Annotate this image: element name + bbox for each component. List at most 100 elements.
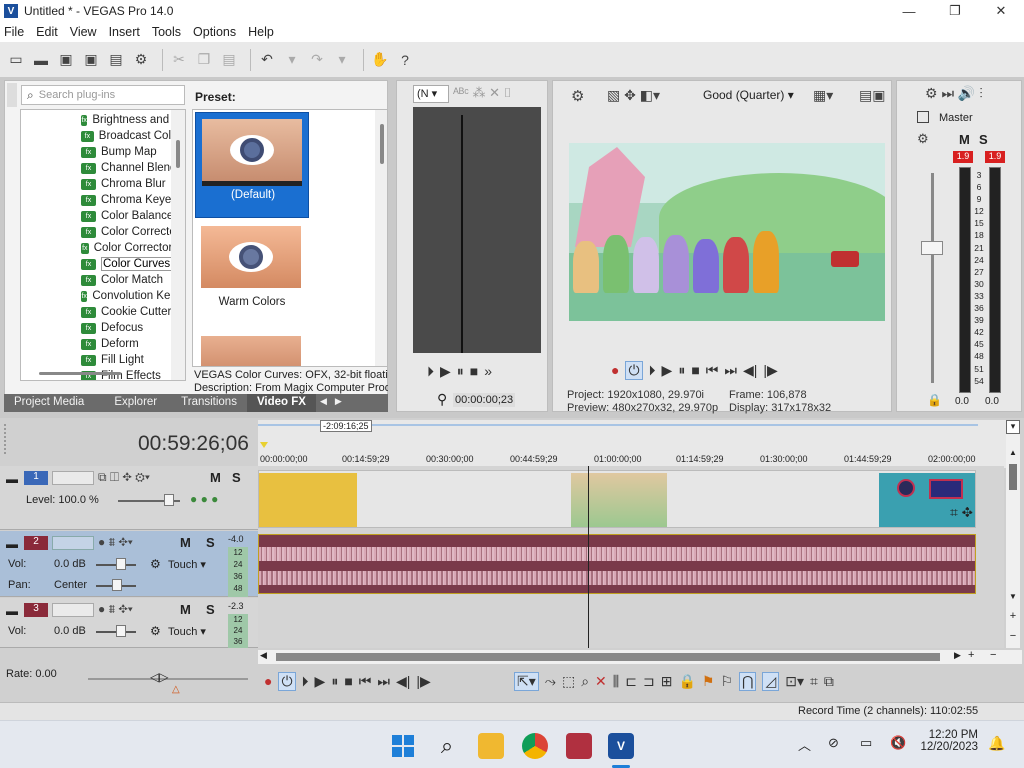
vol-slider-handle[interactable] bbox=[116, 558, 126, 570]
menu-tools[interactable]: Tools bbox=[152, 25, 181, 39]
master-mute-button[interactable]: M bbox=[959, 132, 970, 147]
pan-slider-handle[interactable] bbox=[112, 579, 122, 591]
audio-event[interactable] bbox=[258, 534, 976, 594]
stop-icon[interactable]: ■ bbox=[344, 673, 352, 689]
play-icon[interactable]: ▶ bbox=[440, 363, 451, 380]
close-button[interactable]: ✕ bbox=[978, 0, 1024, 22]
play-from-start-icon[interactable]: ⏵ bbox=[649, 362, 656, 379]
redo-icon[interactable]: ↷ bbox=[307, 50, 327, 70]
trimmer-toolbar-icons[interactable]: ᴬᴮᶜ ⁂ ✕ ⌷ bbox=[453, 85, 511, 101]
show-hidden-icons-chevron-icon[interactable]: ︿ bbox=[798, 735, 811, 754]
plugin-tree-vscrollbar[interactable] bbox=[171, 110, 185, 380]
ruler-menu-icon[interactable]: ▾ bbox=[1006, 420, 1020, 434]
loop-playback-icon[interactable]: ⏻ bbox=[278, 672, 296, 691]
time-ruler[interactable]: -2:09:16;25 00:00:00;00 00:14:59;29 00:3… bbox=[258, 420, 1006, 468]
mute-button[interactable]: M bbox=[210, 470, 221, 485]
track-number[interactable]: 3 bbox=[24, 603, 48, 617]
trimmer-dropdown[interactable]: (N ▾ bbox=[413, 85, 449, 103]
scroll-thumb[interactable] bbox=[276, 653, 940, 661]
lock-icon[interactable]: 🔒 bbox=[678, 673, 695, 690]
track-number[interactable]: 1 bbox=[24, 471, 48, 485]
stop-icon[interactable]: ■ bbox=[470, 363, 478, 379]
preset-list[interactable]: (Default) Warm Colors bbox=[192, 109, 388, 367]
event-pan-crop-icon[interactable]: ⌗ ✥ bbox=[950, 504, 973, 521]
video-event[interactable] bbox=[258, 470, 976, 528]
scroll-right-arrow-icon[interactable]: ▶ bbox=[954, 650, 961, 661]
scroll-thumb[interactable] bbox=[380, 124, 384, 164]
track-name-field[interactable] bbox=[52, 603, 94, 617]
preview-toolbar-icons[interactable]: ▧ ✥ ◧▾ bbox=[607, 87, 660, 104]
play-from-start-icon[interactable]: ⏵ bbox=[427, 363, 434, 380]
track-header-video-1[interactable]: ▬ 1 ⧉ ◫ ✥ ⚙▾ M S Level: 100.0 % ● ● ● bbox=[0, 466, 258, 530]
track-header-audio-3[interactable]: ▬ 3 ● ⩩ ✥▾ M S -2.3 12 24 36 Vol: 0.0 dB ⚙… bbox=[0, 598, 258, 648]
next-frame-icon[interactable]: |▶ bbox=[416, 673, 430, 690]
save-icon[interactable]: ▣ bbox=[56, 50, 76, 70]
insert-marker-icon[interactable]: ⚑ bbox=[702, 673, 715, 690]
scroll-left-arrow-icon[interactable]: ◀ bbox=[260, 650, 267, 661]
plugin-manager-icon[interactable]: ✋ bbox=[370, 50, 390, 70]
marker-flag-icon[interactable] bbox=[260, 442, 268, 448]
automation-gear-icon[interactable]: ⚙ bbox=[150, 557, 161, 571]
master-fader-track[interactable] bbox=[931, 173, 934, 383]
network-icon[interactable]: ⊘ bbox=[828, 735, 839, 751]
open-folder-icon[interactable]: ▬ bbox=[31, 50, 51, 70]
next-frame-icon[interactable]: » bbox=[484, 363, 492, 379]
menu-file[interactable]: File bbox=[4, 25, 24, 39]
ignore-grouping-icon[interactable]: ⧉ bbox=[824, 673, 834, 690]
auto-crossfade-icon[interactable]: ◿ bbox=[762, 672, 780, 691]
eye-thumbnail[interactable] bbox=[201, 336, 301, 366]
track-name-field[interactable] bbox=[52, 471, 94, 485]
new-file-icon[interactable]: ▭ bbox=[6, 50, 26, 70]
file-explorer-icon[interactable] bbox=[478, 733, 504, 759]
display-icon[interactable]: ▭ bbox=[860, 735, 872, 751]
maximize-button[interactable]: ❐ bbox=[932, 0, 978, 22]
selection-tool-icon[interactable]: ⬚ bbox=[562, 673, 575, 690]
dock-grip[interactable] bbox=[7, 83, 17, 107]
master-checkbox[interactable] bbox=[917, 111, 929, 123]
solo-button[interactable]: S bbox=[206, 535, 215, 550]
play-from-start-icon[interactable]: ⏵ bbox=[302, 673, 309, 690]
menu-help[interactable]: Help bbox=[248, 25, 274, 39]
lock-icon[interactable]: 🔒 bbox=[927, 393, 942, 407]
chrome-icon[interactable] bbox=[522, 733, 548, 759]
tab-next-arrow-icon[interactable]: ▶ bbox=[331, 394, 346, 412]
zoom-in-icon[interactable]: + bbox=[1006, 610, 1020, 622]
solo-button[interactable]: S bbox=[206, 602, 215, 617]
eye-thumbnail[interactable] bbox=[201, 226, 301, 288]
trimmer-video-area[interactable] bbox=[413, 107, 541, 353]
scroll-up-arrow-icon[interactable]: ▲ bbox=[1006, 448, 1020, 462]
scroll-thumb[interactable] bbox=[176, 140, 180, 168]
menu-insert[interactable]: Insert bbox=[109, 25, 140, 39]
track-name-field[interactable] bbox=[52, 536, 94, 550]
loop-playback-icon[interactable]: ⏻ bbox=[625, 361, 643, 380]
automation-mode-dropdown[interactable]: Touch ▾ bbox=[168, 625, 206, 638]
h-zoom-out-icon[interactable]: − bbox=[990, 649, 996, 661]
play-icon[interactable]: ▶ bbox=[315, 673, 326, 690]
split-icon[interactable]: ⊞ bbox=[661, 673, 673, 690]
menu-edit[interactable]: Edit bbox=[36, 25, 58, 39]
undo-icon[interactable]: ↶ bbox=[257, 50, 277, 70]
tab-project-media[interactable]: Project Media bbox=[4, 394, 94, 412]
go-to-start-icon[interactable]: ⏮ bbox=[359, 673, 372, 690]
zoom-tool-icon[interactable]: ⌕ bbox=[581, 673, 589, 690]
track-header-audio-2[interactable]: ▬ 2 ● ⩩ ✥▾ M S -4.0 12 24 36 48 Vol: 0.0 dB… bbox=[0, 531, 258, 597]
prev-frame-icon[interactable]: ◀| bbox=[396, 673, 410, 690]
minimize-button[interactable]: — bbox=[886, 0, 932, 22]
plugin-tree-hscroll-thumb[interactable] bbox=[39, 372, 121, 375]
go-to-end-icon[interactable]: ⏭ bbox=[724, 362, 737, 379]
winrar-icon[interactable] bbox=[566, 733, 592, 759]
tab-explorer[interactable]: Explorer bbox=[104, 394, 167, 412]
menu-options[interactable]: Options bbox=[193, 25, 236, 39]
save-as-icon[interactable]: ▣ bbox=[81, 50, 101, 70]
pause-icon[interactable]: ⏸ bbox=[457, 363, 464, 380]
track-icons[interactable]: ● ⩩ ✥▾ bbox=[98, 602, 133, 617]
start-button-icon[interactable] bbox=[390, 733, 416, 759]
snapping-magnet-icon[interactable]: ⋂ bbox=[739, 672, 757, 691]
collapse-icon[interactable]: ▬ bbox=[6, 472, 18, 486]
current-time-display[interactable]: 00:59:26;06 bbox=[138, 432, 249, 456]
timeline-grip[interactable] bbox=[4, 424, 6, 454]
normal-edit-tool-icon[interactable]: ⇱▾ bbox=[514, 672, 539, 691]
envelope-tool-icon[interactable]: ⤳ bbox=[545, 673, 556, 690]
redo-dropdown-icon[interactable]: ▾ bbox=[332, 50, 352, 70]
record-icon[interactable]: ● bbox=[264, 673, 272, 689]
